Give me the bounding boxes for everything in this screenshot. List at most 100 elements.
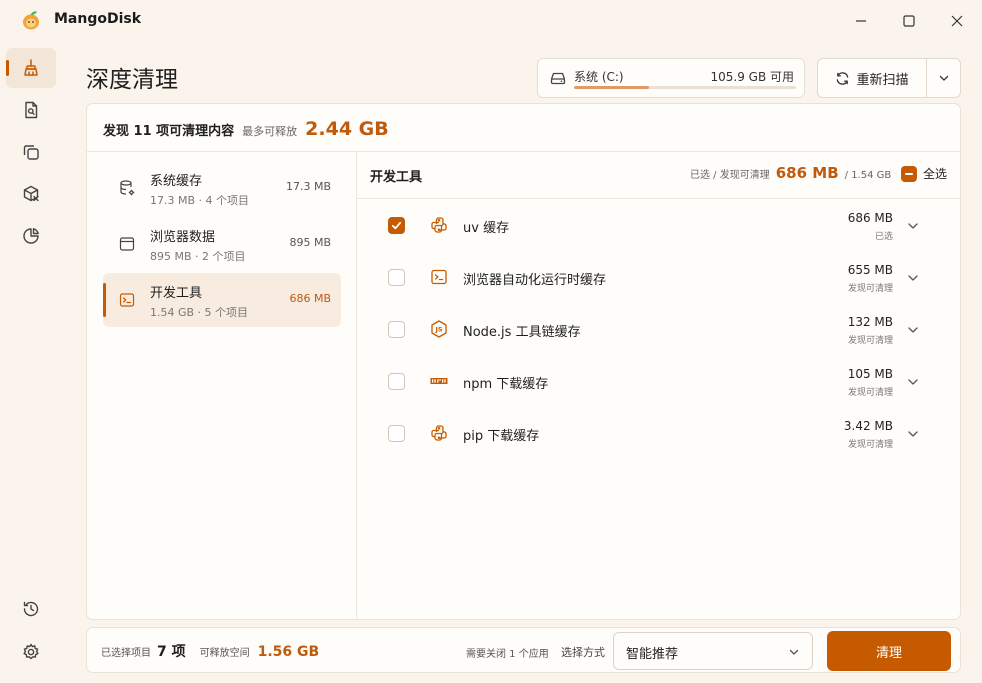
item-name: npm 下载缓存 — [463, 377, 549, 392]
detail-stats-label: 已选 / 发现可清理 — [690, 170, 770, 181]
rescan-options-button[interactable] — [927, 59, 961, 97]
item-checkbox[interactable] — [388, 425, 405, 442]
action-bar: 已选择项目 7 项 可释放空间 1.56 GB 需要关闭 1 个应用 选择方式 … — [86, 627, 961, 673]
partial-checkbox[interactable] — [901, 165, 917, 182]
nav-disk-analysis[interactable] — [6, 216, 56, 256]
close-button[interactable] — [944, 8, 970, 34]
rescan-split-button: 重新扫描 — [817, 58, 961, 98]
terminal-icon — [119, 293, 135, 307]
close-apps-notice[interactable]: 需要关闭 1 个应用 — [466, 645, 549, 660]
category-browser-data[interactable]: 浏览器数据 895 MB · 2 个项目 895 MB — [103, 217, 341, 271]
selected-items-label: 已选择项目 — [101, 648, 151, 659]
svg-text:JS: JS — [434, 326, 442, 334]
close-icon — [951, 15, 963, 27]
drive-selector[interactable]: 系统 (C:) 105.9 GB 可用 — [537, 58, 805, 98]
summary-sub-label: 最多可释放 — [242, 125, 298, 138]
item-size: 132 MB — [847, 315, 893, 329]
nav-history[interactable] — [6, 589, 56, 629]
broom-icon — [24, 59, 38, 76]
category-name: 系统缓存 — [150, 174, 203, 189]
rescan-button[interactable]: 重新扫描 — [818, 59, 926, 97]
rescan-label: 重新扫描 — [856, 72, 909, 88]
item-name: uv 缓存 — [463, 221, 510, 236]
chevron-down-icon — [939, 75, 949, 81]
item-row-uv-cache[interactable]: uv 缓存 686 MB 已选 — [357, 199, 960, 251]
selected-items-count: 7 项 — [157, 644, 186, 660]
python-icon — [431, 425, 447, 441]
check-icon — [391, 221, 402, 230]
item-name: pip 下载缓存 — [463, 429, 540, 444]
file-search-icon — [25, 101, 38, 119]
item-row-browser-runtime-cache[interactable]: 浏览器自动化运行时缓存 655 MB 发现可清理 — [357, 251, 960, 303]
category-meta: 895 MB · 2 个项目 — [150, 250, 246, 263]
selection-summary: 已选择项目 7 项 可释放空间 1.56 GB — [101, 641, 319, 661]
settings-icon — [23, 643, 39, 660]
item-row-pip-cache[interactable]: pip 下载缓存 3.42 MB 发现可清理 — [357, 407, 960, 459]
nav-uninstall[interactable] — [6, 174, 56, 214]
app-title: MangoDisk — [54, 11, 142, 27]
mango-logo-icon — [23, 11, 39, 30]
summary-count: 发现 11 项可清理内容 — [103, 124, 235, 139]
item-checkbox[interactable] — [388, 373, 405, 390]
panel-divider — [87, 151, 960, 152]
title-bar: MangoDisk — [0, 0, 982, 42]
drive-name: 系统 (C:) — [574, 70, 624, 84]
category-meta: 1.54 GB · 5 个项目 — [150, 306, 249, 319]
selection-mode-value: 智能推荐 — [626, 647, 679, 662]
maximize-icon — [903, 15, 915, 27]
item-checkbox[interactable] — [388, 321, 405, 338]
item-status: 发现可清理 — [847, 440, 893, 450]
refresh-icon — [837, 71, 849, 85]
nav-deep-clean[interactable] — [6, 48, 56, 88]
terminal-icon — [431, 269, 447, 285]
category-system-cache[interactable]: 系统缓存 17.3 MB · 4 个项目 17.3 MB — [103, 161, 341, 215]
item-checkbox[interactable] — [388, 269, 405, 286]
detail-total-size: / 1.54 GB — [844, 170, 892, 181]
nodejs-icon: JS — [431, 320, 447, 338]
pie-chart-icon — [23, 228, 39, 244]
category-size: 686 MB — [289, 292, 331, 305]
item-checkbox[interactable] — [388, 217, 405, 234]
expand-chevron-icon[interactable] — [906, 271, 920, 285]
nav-duplicates[interactable] — [6, 132, 56, 172]
history-icon — [23, 601, 39, 617]
item-size: 655 MB — [847, 263, 893, 277]
expand-chevron-icon[interactable] — [906, 323, 920, 337]
item-status: 发现可清理 — [847, 336, 893, 346]
sidebar — [0, 42, 64, 683]
category-name: 开发工具 — [150, 286, 203, 301]
minimize-icon — [856, 20, 866, 22]
chevron-down-icon — [789, 649, 799, 655]
scan-results-panel: 发现 11 项可清理内容 最多可释放 2.44 GB 系统缓存 17.3 MB … — [86, 103, 961, 620]
item-status: 发现可清理 — [847, 388, 893, 398]
item-row-nodejs-cache[interactable]: JS Node.js 工具链缓存 132 MB 发现可清理 — [357, 303, 960, 355]
nav-file-scan[interactable] — [6, 90, 56, 130]
select-all-toggle[interactable]: 全选 — [901, 165, 947, 182]
drive-free-space: 105.9 GB 可用 — [710, 70, 794, 84]
nav-settings[interactable] — [6, 632, 56, 672]
clean-button[interactable]: 清理 — [827, 631, 951, 671]
select-all-label: 全选 — [923, 167, 948, 181]
item-size: 686 MB — [847, 211, 893, 225]
category-dev-tools[interactable]: 开发工具 1.54 GB · 5 个项目 686 MB — [103, 273, 341, 327]
expand-chevron-icon[interactable] — [906, 219, 920, 233]
detail-title: 开发工具 — [370, 170, 423, 185]
minimize-button[interactable] — [848, 8, 874, 34]
category-size: 17.3 MB — [285, 180, 331, 193]
maximize-button[interactable] — [896, 8, 922, 34]
item-status: 发现可清理 — [847, 284, 893, 294]
database-gear-icon — [120, 180, 135, 196]
drive-usage-bar — [574, 86, 796, 89]
selection-mode-dropdown[interactable]: 智能推荐 — [613, 632, 813, 670]
summary-max-size: 2.44 GB — [305, 118, 389, 140]
duplicate-icon — [23, 145, 39, 160]
item-size: 105 MB — [847, 367, 893, 381]
item-row-npm-cache[interactable]: npm 下载缓存 105 MB 发现可清理 — [357, 355, 960, 407]
detail-selected-size: 686 MB — [775, 164, 839, 182]
detail-stats: 已选 / 发现可清理 686 MB / 1.54 GB — [690, 164, 891, 182]
item-name: 浏览器自动化运行时缓存 — [463, 273, 607, 288]
item-name: Node.js 工具链缓存 — [463, 325, 581, 340]
hard-drive-icon — [550, 72, 566, 85]
expand-chevron-icon[interactable] — [906, 375, 920, 389]
expand-chevron-icon[interactable] — [906, 427, 920, 441]
